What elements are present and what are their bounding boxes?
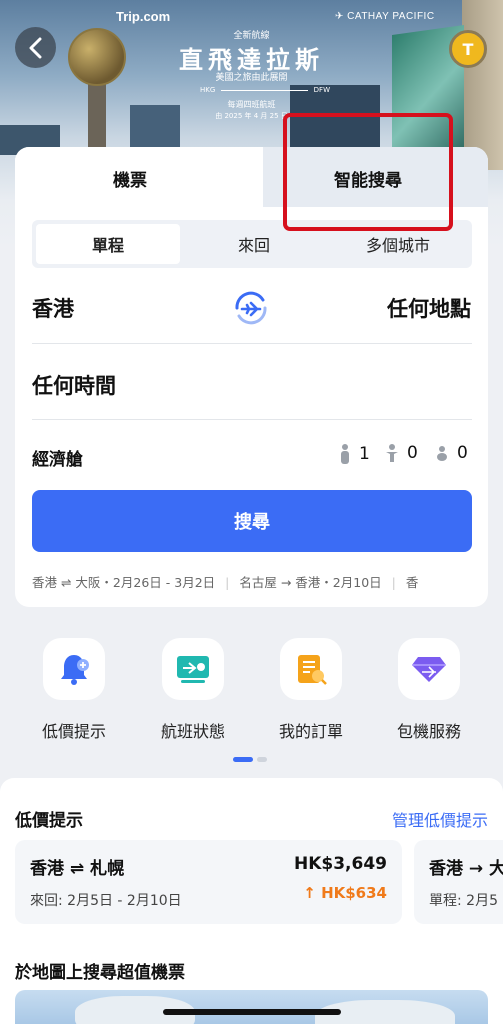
quick-action-label: 航班狀態 [160, 722, 225, 741]
destination-city[interactable]: 任何地點 [387, 293, 471, 323]
quick-action-charter[interactable]: 包機服務 [369, 638, 489, 742]
infant-icon [437, 446, 447, 461]
origin-city[interactable]: 香港 [32, 293, 74, 323]
page-indicator [233, 757, 267, 762]
flight-status-icon [162, 638, 224, 700]
fare-route: 香港 → 大 [429, 859, 503, 879]
promo-tagline: 美國之旅由此展開 [215, 73, 288, 83]
quick-action-label: 我的訂單 [278, 722, 343, 741]
promo-frequency: 每週四班航班 [227, 100, 276, 109]
airline-logo-icon: ✈ [335, 11, 348, 22]
price-drop: ↑ HK$634 [303, 884, 387, 902]
page-dot-active [233, 757, 253, 762]
fare-dates: 來回: 2月5日 - 2月10日 [30, 893, 182, 909]
back-button[interactable] [15, 27, 56, 68]
bell-plus-icon [43, 638, 105, 700]
recent-search-item[interactable]: 香 [406, 572, 419, 591]
adult-icon [341, 444, 349, 464]
quick-action-label: 包機服務 [396, 722, 461, 741]
page-dot [257, 757, 267, 762]
airline-logo: ✈ CATHAY PACIFIC [335, 11, 435, 22]
child-count[interactable]: 0 [385, 443, 418, 463]
home-indicator [163, 1009, 341, 1015]
infant-count[interactable]: 0 [435, 443, 468, 463]
manage-price-alerts-link[interactable]: 管理低價提示 [392, 807, 488, 831]
search-button[interactable]: 搜尋 [32, 490, 472, 552]
quick-action-price-alert[interactable]: 低價提示 [14, 638, 134, 742]
recent-search-item[interactable]: 名古屋 → 香港・2月10日 [239, 572, 381, 591]
cabin-class-selector[interactable]: 經濟艙 [32, 445, 83, 470]
fare-price: HK$3,649 [293, 854, 387, 874]
quick-action-label: 低價提示 [41, 722, 106, 741]
quick-action-flight-status[interactable]: 航班狀態 [133, 638, 253, 742]
price-alert-card[interactable]: 香港 ⇌ 札幌 來回: 2月5日 - 2月10日 HK$3,649 ↑ HK$6… [15, 840, 402, 924]
recent-search-item[interactable]: 香港 ⇌ 大阪・2月26日 - 3月2日 [32, 572, 215, 591]
annotation-highlight-box [283, 113, 453, 231]
separator: | [391, 575, 396, 590]
recent-searches: 香港 ⇌ 大阪・2月26日 - 3月2日 | 名古屋 → 香港・2月10日 | 香 [32, 572, 488, 592]
section-title: 低價提示 [15, 811, 83, 831]
adult-count[interactable]: 1 [339, 443, 370, 465]
chevron-left-icon [29, 37, 41, 58]
separator: | [225, 575, 230, 590]
quick-action-my-orders[interactable]: 我的訂單 [251, 638, 371, 742]
trip-type-one-way[interactable]: 單程 [36, 224, 180, 264]
order-icon [280, 638, 342, 700]
route-line [221, 86, 308, 91]
brand-logo: Trip.com [116, 9, 171, 24]
fare-dates: 單程: 2月5 [429, 893, 498, 909]
tab-flights[interactable]: 機票 [15, 147, 263, 207]
child-icon [386, 444, 398, 462]
map-preview[interactable] [15, 990, 488, 1024]
skyline-building [462, 0, 503, 170]
price-alert-card[interactable]: 香港 → 大 單程: 2月5 [414, 840, 503, 924]
fare-route: 香港 ⇌ 札幌 [30, 859, 125, 879]
divider [32, 419, 472, 420]
price-alerts-section: 低價提示 管理低價提示 香港 ⇌ 札幌 來回: 2月5日 - 2月10日 HK$… [0, 778, 503, 1024]
departure-date-field[interactable]: 任何時間 [32, 370, 116, 400]
promo-route: HKG DFW [200, 86, 330, 94]
arrow-up-icon: ↑ [303, 884, 322, 902]
user-avatar[interactable]: T [449, 30, 487, 68]
divider [32, 343, 472, 344]
charter-diamond-icon [398, 638, 460, 700]
tab-label: 機票 [113, 171, 147, 191]
swap-cities-icon[interactable] [229, 286, 273, 330]
section-title: 於地圖上搜尋超值機票 [15, 963, 185, 983]
